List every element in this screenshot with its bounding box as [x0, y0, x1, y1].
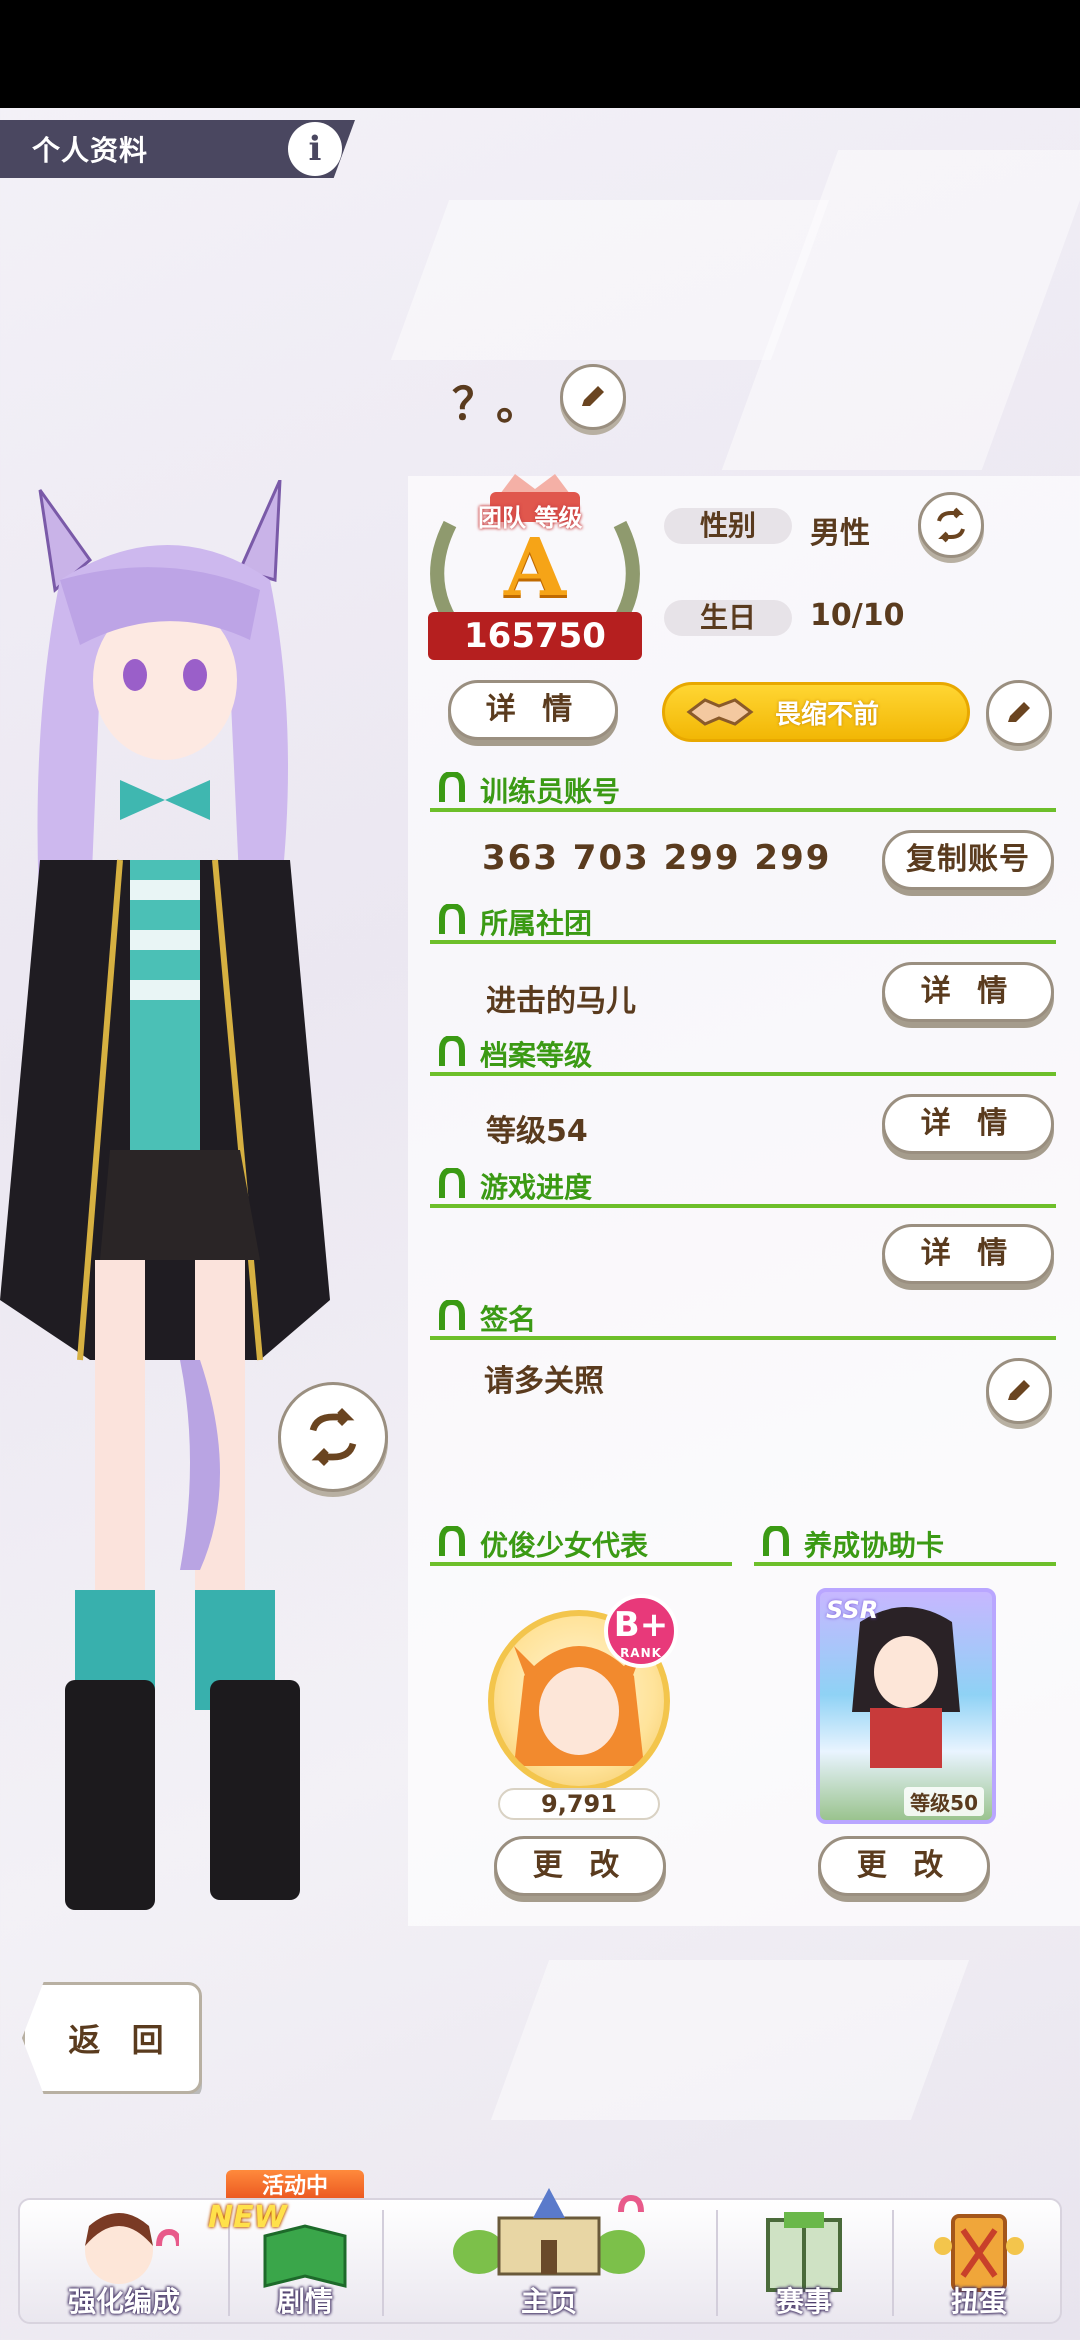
- trainer-title-badge[interactable]: 畏缩不前: [662, 682, 970, 742]
- swap-character-button[interactable]: [278, 1382, 388, 1492]
- signature-value: 请多关照: [484, 1364, 604, 1399]
- copy-account-button[interactable]: 复制账号: [882, 830, 1054, 890]
- nav-label: 强化编成: [67, 2285, 180, 2318]
- club-details-button[interactable]: 详 情: [882, 962, 1054, 1022]
- nav-enhance[interactable]: 强化编成: [20, 2200, 228, 2326]
- section-label: 训练员账号: [480, 775, 621, 808]
- archive-details-button[interactable]: 详 情: [882, 1094, 1054, 1154]
- team-rank-badge: 团队 等级 A 165750: [420, 464, 650, 674]
- gender-value: 男性: [810, 516, 870, 551]
- background-shape: [490, 1960, 970, 2120]
- swap-icon: [309, 1407, 357, 1467]
- pencil-icon: [1008, 702, 1030, 722]
- pencil-icon: [1008, 1380, 1030, 1400]
- rank-caption: RANK: [620, 1646, 662, 1660]
- horseshoe-icon: [439, 1300, 465, 1330]
- horseshoe-icon: [439, 1036, 465, 1066]
- edit-signature-button[interactable]: [986, 1358, 1052, 1424]
- support-card-art: [852, 1607, 960, 1768]
- nav-home[interactable]: 主页: [384, 2188, 714, 2326]
- nav-label: 主页: [520, 2285, 577, 2318]
- edit-name-button[interactable]: [560, 364, 626, 430]
- nav-label: 剧情: [276, 2285, 333, 2318]
- birthday-value: 10/10: [810, 598, 905, 633]
- nav-label: 扭蛋: [950, 2285, 1007, 2318]
- info-button[interactable]: i: [288, 122, 342, 176]
- bottom-navigation: 强化编成 剧情 主页 赛事 扭蛋: [18, 2188, 1064, 2326]
- section-label: 签名: [480, 1303, 537, 1336]
- horseshoe-icon: [439, 772, 465, 802]
- gender-label: 性别: [664, 508, 792, 544]
- trainer-id-value: 363 703 299 299: [482, 838, 832, 878]
- section-label: 优俊少女代表: [480, 1529, 649, 1562]
- support-card-rarity: SSR: [826, 1596, 879, 1624]
- change-representative-button[interactable]: 更 改: [494, 1836, 666, 1896]
- fans-count: 9,791: [498, 1788, 660, 1820]
- background-shape: [390, 200, 830, 360]
- team-rank-grade: A: [503, 520, 567, 614]
- player-name: ？。: [452, 379, 540, 430]
- nav-gacha[interactable]: 扭蛋: [894, 2200, 1064, 2326]
- horseshoe-icon: [439, 904, 465, 934]
- rank-grade: B+: [613, 1605, 669, 1645]
- horseshoe-icon: [763, 1526, 789, 1556]
- team-rank-score: 165750: [428, 612, 642, 660]
- pencil-icon: [582, 386, 604, 406]
- character-illustration: [0, 480, 330, 1910]
- home-building-icon: [453, 2188, 645, 2276]
- section-label: 养成协助卡: [804, 1529, 945, 1562]
- rank-details-button[interactable]: 详 情: [448, 680, 618, 740]
- horseshoe-icon: [439, 1526, 465, 1556]
- nav-race[interactable]: 赛事: [718, 2200, 890, 2326]
- section-label: 档案等级: [480, 1039, 593, 1072]
- section-archive-level: 档案等级: [430, 1036, 1056, 1076]
- club-value: 进击的马儿: [486, 984, 636, 1019]
- section-signature: 签名: [430, 1300, 1056, 1340]
- section-label: 游戏进度: [480, 1171, 593, 1204]
- support-card-level: 等级50: [904, 1787, 984, 1816]
- swap-icon: [937, 507, 965, 543]
- nav-label: 赛事: [775, 2285, 832, 2318]
- info-icon: i: [308, 129, 322, 169]
- section-club: 所属社团: [430, 904, 1056, 944]
- status-bar: [0, 0, 1080, 108]
- section-trainer-id: 训练员账号: [430, 772, 1056, 812]
- switch-gender-button[interactable]: [918, 492, 984, 558]
- new-badge: NEW: [208, 2200, 287, 2235]
- section-label: 所属社团: [480, 907, 593, 940]
- progress-details-button[interactable]: 详 情: [882, 1224, 1054, 1284]
- page-title: 个人资料: [32, 134, 149, 167]
- support-card[interactable]: SSR 等级50: [816, 1588, 996, 1824]
- back-button[interactable]: 返 回: [22, 1982, 202, 2094]
- change-support-card-button[interactable]: 更 改: [818, 1836, 990, 1896]
- horseshoe-icon: [439, 1168, 465, 1198]
- representative-rank-badge: B+ RANK: [604, 1594, 678, 1668]
- section-representative: 优俊少女代表: [430, 1526, 732, 1566]
- handshake-icon: [686, 698, 754, 726]
- birthday-label: 生日: [664, 600, 792, 636]
- archive-level-value: 等级54: [486, 1114, 588, 1149]
- section-game-progress: 游戏进度: [430, 1168, 1056, 1208]
- edit-title-button[interactable]: [986, 680, 1052, 746]
- trainer-title-text: 畏缩不前: [775, 699, 880, 730]
- section-support-card: 养成协助卡: [754, 1526, 1056, 1566]
